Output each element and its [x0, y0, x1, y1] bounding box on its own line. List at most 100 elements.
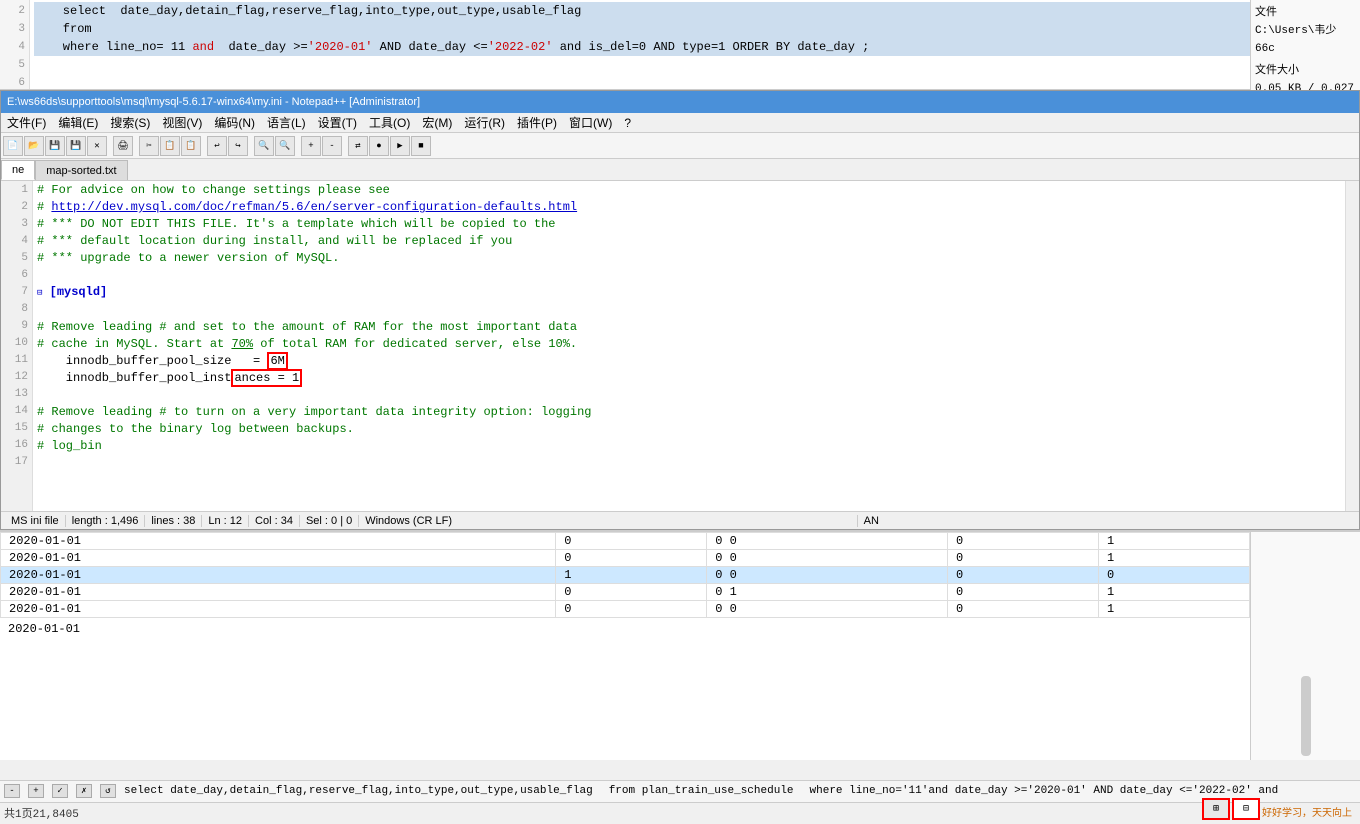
tb-open[interactable]: 📂 [24, 136, 44, 156]
tb-print[interactable]: 🖨 [113, 136, 133, 156]
npp-window: E:\ws66ds\supporttools\msql\mysql-5.6.17… [0, 90, 1360, 530]
cell-row4-col0: 2020-01-01 [1, 601, 556, 618]
right-info-panel: 文件 C:\Users\韦少66c 文件大小 0.05 KB / 0.027 [1250, 0, 1360, 90]
tb-record[interactable]: ● [369, 136, 389, 156]
cell-row3-col0: 2020-01-01 [1, 584, 556, 601]
menu-plugins[interactable]: 插件(P) [511, 113, 563, 132]
query-line-2: select date_day,detain_flag,reserve_flag… [34, 2, 1356, 20]
tb-play[interactable]: ▶ [390, 136, 410, 156]
menu-lang[interactable]: 语言(L) [261, 113, 312, 132]
bb-plus[interactable]: + [28, 784, 44, 798]
query-line-numbers: 2 3 4 5 6 [0, 0, 30, 89]
menu-search[interactable]: 搜索(S) [104, 113, 156, 132]
v-scrollbar-thumb[interactable] [1301, 676, 1311, 756]
editor-line-numbers: 1 2 3 4 5 6 7 8 9 10 11 12 13 14 15 16 1… [1, 181, 33, 511]
menu-encode[interactable]: 编码(N) [208, 113, 261, 132]
editor-scrollbar[interactable] [1345, 181, 1359, 511]
menu-tools[interactable]: 工具(O) [363, 113, 416, 132]
file-label: 文件 [1255, 4, 1356, 22]
tb-paste[interactable]: 📋 [181, 136, 201, 156]
grid-btn-table[interactable]: ⊞ [1202, 798, 1230, 820]
data-scrollbar-area [1250, 532, 1360, 760]
selected-date: 2020-01-01 [0, 618, 1250, 640]
editor-content[interactable]: # For advice on how to change settings p… [33, 181, 1345, 511]
menu-run[interactable]: 运行(R) [458, 113, 511, 132]
npp-editor: 1 2 3 4 5 6 7 8 9 10 11 12 13 14 15 16 1… [1, 181, 1359, 511]
where-display: where line_no='11'and date_day >='2020-0… [810, 785, 1279, 797]
tb-zoom-in[interactable]: + [301, 136, 321, 156]
code-line-17 [37, 455, 1341, 472]
code-line-11: innodb_buffer_pool_size = 6M [37, 353, 1341, 370]
tb-stop[interactable]: ■ [411, 136, 431, 156]
table-row[interactable]: 2020-01-0100 101 [1, 584, 1250, 601]
cell-row2-col3: 0 [948, 567, 1099, 584]
cell-row2-col0: 2020-01-01 [1, 567, 556, 584]
bottom-bar-controls: - + ✓ ✗ ↺ select date_day,detain_flag,re… [0, 781, 1360, 803]
npp-statusbar: MS ini file length : 1,496 lines : 38 Ln… [1, 511, 1359, 529]
table-row[interactable]: 2020-01-0100 001 [1, 550, 1250, 567]
code-line-16: # log_bin [37, 438, 1341, 455]
menu-settings[interactable]: 设置(T) [312, 113, 363, 132]
menu-edit[interactable]: 编辑(E) [52, 113, 104, 132]
status-sel: Sel : 0 | 0 [300, 515, 359, 527]
grid-btn-form[interactable]: ⊟ [1232, 798, 1260, 820]
query-content: select date_day,detain_flag,reserve_flag… [30, 0, 1360, 89]
code-line-14: # Remove leading # to turn on a very imp… [37, 404, 1341, 421]
tab-map-sorted[interactable]: map-sorted.txt [35, 160, 127, 180]
cell-row1-col1: 0 [556, 550, 707, 567]
code-line-4: # *** default location during install, a… [37, 233, 1341, 250]
tb-find[interactable]: 🔍 [254, 136, 274, 156]
table-row[interactable]: 2020-01-0100 001 [1, 533, 1250, 550]
npp-toolbar: 📄 📂 💾 💾 ✕ 🖨 ✂ 📋 📋 ↩ ↪ 🔍 🔍 + - ⇄ ● ▶ ■ [1, 133, 1359, 159]
tb-redo[interactable]: ↪ [228, 136, 248, 156]
tb-save[interactable]: 💾 [45, 136, 65, 156]
top-query-panel: 2 3 4 5 6 select date_day,detain_flag,re… [0, 0, 1360, 90]
code-line-12: innodb_buffer_pool_instances = 1 [37, 370, 1341, 387]
tb-replace[interactable]: 🔍 [275, 136, 295, 156]
query-line-4: from [34, 20, 1356, 38]
tb-close[interactable]: ✕ [87, 136, 107, 156]
sql-display: select date_day,detain_flag,reserve_flag… [124, 785, 593, 797]
tb-undo[interactable]: ↩ [207, 136, 227, 156]
code-line-8 [37, 302, 1341, 319]
status-encoding: Windows (CR LF) [359, 515, 857, 527]
bb-minus[interactable]: - [4, 784, 20, 798]
status-extra: AN [858, 515, 1355, 527]
npp-menubar: 文件(F) 编辑(E) 搜索(S) 视图(V) 编码(N) 语言(L) 设置(T… [1, 113, 1359, 133]
cell-row2-col1: 1 [556, 567, 707, 584]
tab-ne[interactable]: ne [1, 160, 35, 180]
menu-macro[interactable]: 宏(M) [416, 113, 458, 132]
menu-help[interactable]: ? [618, 115, 637, 131]
status-lines: lines : 38 [145, 515, 202, 527]
tb-cut[interactable]: ✂ [139, 136, 159, 156]
size-label: 文件大小 [1255, 62, 1356, 80]
cell-row1-col0: 2020-01-01 [1, 550, 556, 567]
cell-row2-col2: 0 0 [707, 567, 948, 584]
table-row[interactable]: 2020-01-0110 000 [1, 567, 1250, 584]
table-row[interactable]: 2020-01-0100 001 [1, 601, 1250, 618]
bb-refresh[interactable]: ↺ [100, 784, 116, 798]
menu-view[interactable]: 视图(V) [156, 113, 208, 132]
code-line-2: # http://dev.mysql.com/doc/refman/5.6/en… [37, 199, 1341, 216]
tb-copy[interactable]: 📋 [160, 136, 180, 156]
data-table-wrapper: 2020-01-0100 0012020-01-0100 0012020-01-… [0, 532, 1360, 760]
cell-row1-col3: 0 [948, 550, 1099, 567]
data-area: 2020-01-0100 0012020-01-0100 0012020-01-… [0, 530, 1360, 760]
menu-file[interactable]: 文件(F) [1, 113, 52, 132]
bottom-bar-bottom: 共1页21,8405 [0, 803, 1360, 824]
code-line-5: # *** upgrade to a newer version of MySQ… [37, 250, 1341, 267]
data-table[interactable]: 2020-01-0100 0012020-01-0100 0012020-01-… [0, 532, 1250, 760]
page-info: 共1页21,8405 [4, 805, 79, 821]
npp-title-text: E:\ws66ds\supporttools\msql\mysql-5.6.17… [7, 96, 1353, 108]
menu-window[interactable]: 窗口(W) [563, 113, 618, 132]
code-line-6 [37, 267, 1341, 284]
tb-saveall[interactable]: 💾 [66, 136, 86, 156]
tb-new[interactable]: 📄 [3, 136, 23, 156]
code-line-10: # cache in MySQL. Start at 70% of total … [37, 336, 1341, 353]
bb-check[interactable]: ✓ [52, 784, 68, 798]
bb-cross[interactable]: ✗ [76, 784, 92, 798]
cell-row3-col2: 0 1 [707, 584, 948, 601]
code-line-1: # For advice on how to change settings p… [37, 182, 1341, 199]
tb-sync[interactable]: ⇄ [348, 136, 368, 156]
tb-zoom-out[interactable]: - [322, 136, 342, 156]
